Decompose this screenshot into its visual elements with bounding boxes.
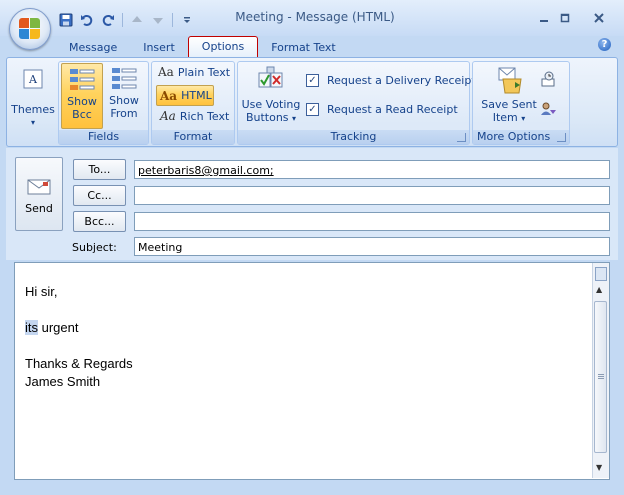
quick-access-toolbar <box>57 11 196 29</box>
minimize-icon <box>540 19 548 22</box>
read-receipt-option[interactable]: ✓ Request a Read Receipt <box>306 103 458 116</box>
delay-delivery-icon[interactable] <box>540 70 558 91</box>
rich-text-icon: Aa <box>160 109 176 123</box>
show-from-label-2: From <box>110 107 138 120</box>
selected-text: its <box>25 320 38 335</box>
voting-label-2: Buttons <box>245 111 289 124</box>
save-sent-label-2: Item <box>492 111 518 124</box>
to-recipient[interactable]: peterbaris8@gmail.com; <box>138 164 274 177</box>
show-bcc-label-1: Show <box>67 95 97 108</box>
cc-field[interactable] <box>134 186 610 205</box>
window-title: Meeting - Message (HTML) <box>235 10 395 24</box>
html-format-button[interactable]: Aa HTML <box>156 85 214 106</box>
fields-group-label: Fields <box>59 130 148 144</box>
maximize-button[interactable] <box>551 9 579 26</box>
ruler-toggle-icon[interactable] <box>595 267 607 281</box>
save-sent-label-1: Save Sent <box>481 98 537 111</box>
html-format-label: HTML <box>181 89 212 102</box>
show-bcc-label-2: Bcc <box>72 108 92 121</box>
help-icon[interactable]: ? <box>598 38 611 51</box>
show-from-icon <box>112 68 137 89</box>
cc-button[interactable]: Cc... <box>73 185 126 206</box>
voting-buttons-button[interactable]: Use Voting Buttons ▾ <box>241 63 301 129</box>
plain-text-button[interactable]: Aa Plain Text <box>158 65 230 79</box>
to-button[interactable]: To... <box>73 159 126 180</box>
send-mail-icon <box>27 179 51 195</box>
voting-buttons-icon <box>258 66 283 88</box>
bcc-field[interactable] <box>134 212 610 231</box>
plain-text-label: Plain Text <box>177 65 231 79</box>
send-button[interactable]: Send <box>15 157 63 231</box>
save-sent-item-icon <box>498 67 522 94</box>
close-icon <box>594 12 604 23</box>
themes-button[interactable]: A Themes ▾ <box>11 62 55 142</box>
show-from-button[interactable]: Show From <box>104 63 144 127</box>
more-options-group-label: More Options <box>473 130 569 144</box>
ribbon-tabs: Message Insert Options Format Text <box>56 36 349 58</box>
rich-text-button[interactable]: Aa Rich Text <box>160 109 229 123</box>
next-item-icon[interactable] <box>149 11 167 29</box>
body-closing: Thanks & Regards <box>25 356 133 371</box>
previous-item-icon[interactable] <box>128 11 146 29</box>
subject-field[interactable]: Meeting <box>134 237 610 256</box>
svg-text:A: A <box>28 73 38 86</box>
direct-replies-icon[interactable] <box>540 100 558 121</box>
tracking-launcher-icon[interactable] <box>457 133 466 142</box>
undo-icon[interactable] <box>78 11 96 29</box>
message-body[interactable]: Hi sir, its urgent Thanks & Regards Jame… <box>14 262 610 480</box>
show-from-label-1: Show <box>109 94 139 107</box>
delivery-receipt-option[interactable]: ✓ Request a Delivery Receipt <box>306 74 476 87</box>
close-button[interactable] <box>585 9 613 26</box>
show-bcc-icon <box>70 69 95 90</box>
html-format-icon: Aa <box>160 88 178 103</box>
voting-label-1: Use Voting <box>241 98 301 111</box>
body-greeting: Hi sir, <box>25 284 58 299</box>
send-label: Send <box>25 202 53 215</box>
read-receipt-label: Request a Read Receipt <box>327 103 458 116</box>
qat-separator <box>172 13 173 27</box>
redo-icon[interactable] <box>99 11 117 29</box>
show-bcc-button[interactable]: Show Bcc <box>61 63 103 129</box>
tab-insert[interactable]: Insert <box>130 38 188 58</box>
delivery-receipt-label: Request a Delivery Receipt <box>327 74 476 87</box>
save-icon[interactable] <box>57 11 75 29</box>
bcc-button[interactable]: Bcc... <box>73 211 126 232</box>
tab-message[interactable]: Message <box>56 38 130 58</box>
themes-label: Themes <box>11 103 55 116</box>
dropdown-arrow-icon: ▾ <box>30 118 35 127</box>
tab-options[interactable]: Options <box>187 36 259 57</box>
scroll-down-icon[interactable]: ▼ <box>596 463 602 472</box>
body-urgent-rest: urgent <box>38 320 79 335</box>
dropdown-arrow-icon: ▾ <box>292 114 297 123</box>
dropdown-arrow-icon: ▾ <box>521 114 526 123</box>
plain-text-icon: Aa <box>158 65 174 79</box>
scroll-up-icon[interactable]: ▲ <box>596 285 602 294</box>
scroll-thumb[interactable] <box>594 301 607 453</box>
delivery-receipt-checkbox[interactable]: ✓ <box>306 74 319 87</box>
subject-label: Subject: <box>72 241 117 254</box>
qat-separator <box>122 13 123 27</box>
read-receipt-checkbox[interactable]: ✓ <box>306 103 319 116</box>
to-field[interactable]: peterbaris8@gmail.com; <box>134 160 610 179</box>
tab-format-text[interactable]: Format Text <box>258 38 349 58</box>
more-options-launcher-icon[interactable] <box>557 133 566 142</box>
save-sent-item-button[interactable]: Save Sent Item ▾ <box>478 63 540 129</box>
body-line-urgent: its urgent <box>25 320 78 335</box>
maximize-icon <box>560 13 570 22</box>
themes-icon: A <box>23 69 43 89</box>
tracking-group-label: Tracking <box>238 130 469 144</box>
body-signature: James Smith <box>25 374 101 389</box>
rich-text-label: Rich Text <box>179 109 230 123</box>
body-scrollbar[interactable]: ▲ ▼ <box>592 263 609 478</box>
office-logo-icon <box>19 18 41 40</box>
format-group-label: Format <box>152 130 234 144</box>
office-button[interactable] <box>9 8 51 50</box>
